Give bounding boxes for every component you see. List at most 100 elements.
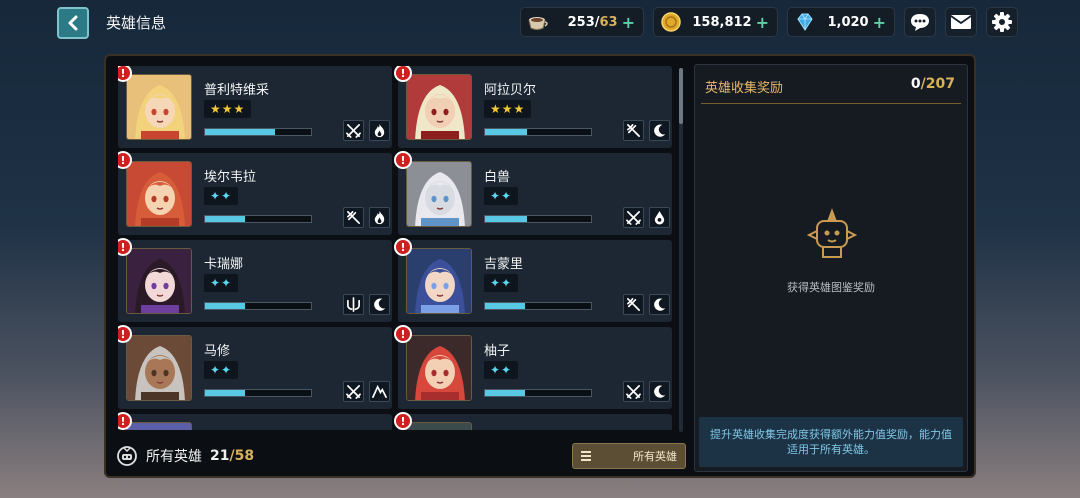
hero-name: 马修 [204, 344, 231, 359]
hero-portrait [406, 422, 472, 430]
collection-reward-panel: 英雄收集奖励 0/207 获得英雄图鉴奖励 提升英雄收集完成度获得额外能力值奖励… [694, 64, 968, 472]
settings-button[interactable] [986, 7, 1018, 37]
hero-star-rating: ✦✦ [204, 361, 239, 379]
hero-portrait [126, 335, 192, 401]
hero-star-rating: ★★★ [484, 100, 532, 118]
hero-name: 吉蒙里 [484, 257, 524, 272]
fire-icon [369, 207, 390, 228]
hero-exp-bar [204, 215, 312, 223]
hero-exp-bar [204, 128, 312, 136]
hero-filter-label: 所有英雄 [633, 450, 677, 463]
hero-star-rating: ✦✦ [484, 361, 519, 379]
moon-icon [649, 120, 670, 141]
diamond-icon [797, 13, 813, 31]
hero-exp-bar [204, 302, 312, 310]
hero-name: 卡瑞娜 [204, 257, 244, 272]
mountain-icon [369, 381, 390, 402]
hero-filter-button[interactable]: 所有英雄 [572, 443, 686, 469]
shield-staff-icon [343, 294, 364, 315]
alert-badge: ! [394, 325, 412, 343]
gear-icon [992, 12, 1012, 32]
hero-card[interactable]: ! 阿拉贝尔 ★★★ [394, 66, 672, 148]
hero-helmet-icon [117, 446, 137, 466]
crossed-bow-icon [623, 294, 644, 315]
hero-name: 柚子 [484, 344, 511, 359]
coffee-value: 253/63 [567, 14, 618, 30]
coffee-cup-icon [528, 17, 548, 30]
hero-portrait [406, 74, 472, 140]
gold-value: 158,812 [692, 14, 752, 30]
hero-name: 阿拉贝尔 [484, 83, 537, 98]
hero-star-rating: ✦✦ [204, 187, 239, 205]
hero-owned-count: 21/58 [210, 448, 255, 464]
mail-icon [950, 15, 972, 29]
water-drop-icon [649, 207, 670, 228]
moon-icon [649, 294, 670, 315]
hero-info-panel: ! 普利特维采 ★★★ ! 阿拉贝尔 ★★★ ! 埃尔韦拉 ✦✦ ! 白兽 ✦✦… [104, 54, 976, 478]
divider [701, 103, 961, 104]
hero-star-rating: ✦✦ [204, 274, 239, 292]
hero-card[interactable]: ! 马修 ✦✦ [118, 325, 392, 409]
hero-exp-bar [484, 128, 592, 136]
gold-resource[interactable]: 158,812 + [653, 7, 778, 37]
hero-list-footer: 所有英雄 21/58 所有英雄 [106, 436, 692, 476]
hero-card[interactable]: ! 卡瑞娜 ✦✦ [118, 238, 392, 322]
hero-exp-bar [484, 215, 592, 223]
add-gem-button[interactable]: + [873, 13, 886, 32]
hero-portrait [126, 74, 192, 140]
crossed-swords-icon [343, 381, 364, 402]
hero-grid: ! 普利特维采 ★★★ ! 阿拉贝尔 ★★★ ! 埃尔韦拉 ✦✦ ! 白兽 ✦✦… [118, 66, 678, 430]
hero-exp-bar [484, 389, 592, 397]
hero-list-scrollbar[interactable] [679, 68, 683, 432]
hero-portrait [126, 248, 192, 314]
chevron-left-icon [68, 15, 78, 31]
reward-mascot-icon [806, 208, 858, 258]
gem-resource[interactable]: 1,020 + [787, 7, 895, 37]
collection-progress: 0/207 [910, 76, 955, 92]
hero-name: 埃尔韦拉 [204, 170, 257, 185]
gem-value: 1,020 [827, 14, 869, 30]
crossed-swords-icon [343, 120, 364, 141]
hero-portrait [406, 335, 472, 401]
hero-card[interactable]: ! 吉蒙里 ✦✦ [394, 238, 672, 322]
hero-exp-bar [484, 302, 592, 310]
hero-exp-bar [204, 389, 312, 397]
collection-reward-title: 英雄收集奖励 [705, 81, 784, 96]
crossed-swords-icon [623, 207, 644, 228]
hero-portrait [406, 248, 472, 314]
alert-badge: ! [394, 412, 412, 430]
fire-icon [369, 120, 390, 141]
coffee-resource[interactable]: 253/63 + [520, 7, 644, 37]
crossed-bow-icon [343, 207, 364, 228]
scrollbar-thumb[interactable] [679, 68, 683, 124]
hero-star-rating: ✦✦ [484, 274, 519, 292]
crossed-swords-icon [623, 381, 644, 402]
hero-card[interactable]: ! 柚子 ✦✦ [394, 325, 672, 409]
hero-card[interactable]: ! [394, 412, 672, 430]
chat-button[interactable] [904, 7, 936, 37]
menu-icon [581, 451, 591, 461]
add-gold-button[interactable]: + [756, 13, 769, 32]
hero-card[interactable]: ! 普利特维采 ★★★ [118, 66, 392, 148]
hero-portrait [126, 161, 192, 227]
reward-text: 获得英雄图鉴奖励 [787, 281, 875, 294]
crossed-bow-icon [623, 120, 644, 141]
hero-star-rating: ✦✦ [484, 187, 519, 205]
hero-name: 白兽 [484, 170, 511, 185]
collection-info-box: 提升英雄收集完成度获得额外能力值奖励，能力值适用于所有英雄。 [699, 417, 963, 467]
hero-portrait [406, 161, 472, 227]
mail-button[interactable] [945, 7, 977, 37]
moon-icon [649, 381, 670, 402]
hero-portrait [126, 422, 192, 430]
gold-coin-icon [661, 12, 681, 32]
back-button[interactable] [57, 7, 89, 39]
hero-card[interactable]: ! 埃尔韦拉 ✦✦ [118, 151, 392, 235]
hero-name: 普利特维采 [204, 83, 270, 98]
hero-card[interactable]: ! [118, 412, 392, 430]
chat-icon [911, 14, 929, 31]
alert-badge: ! [394, 151, 412, 169]
page-title: 英雄信息 [106, 14, 167, 32]
add-coffee-button[interactable]: + [622, 13, 635, 32]
hero-card[interactable]: ! 白兽 ✦✦ [394, 151, 672, 235]
all-heroes-label: 所有英雄 [146, 449, 202, 465]
